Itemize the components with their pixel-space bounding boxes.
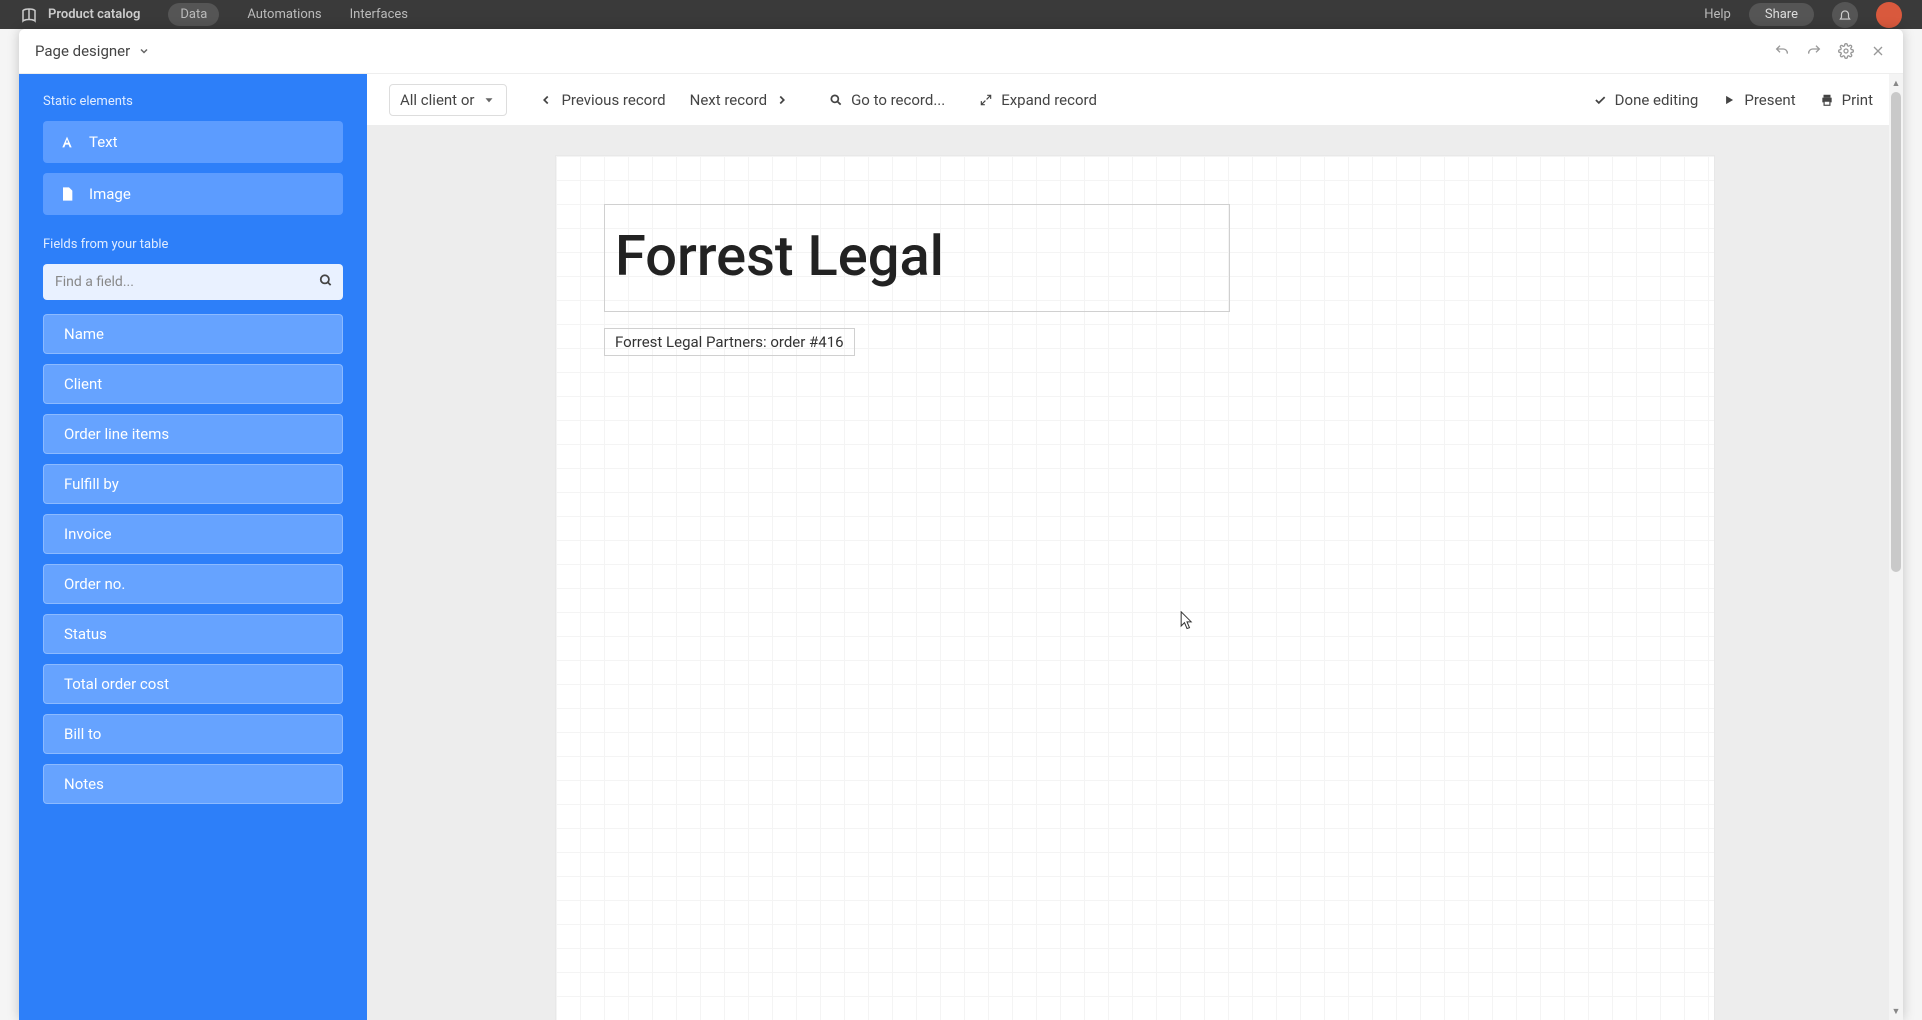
app-logo-title[interactable]: Product catalog (20, 6, 140, 24)
static-text-label: Text (89, 133, 118, 151)
prev-record-label: Previous record (561, 91, 665, 109)
field-label: Status (64, 625, 107, 643)
static-image-element[interactable]: Image (43, 173, 343, 215)
text-a-icon (59, 134, 75, 150)
share-button[interactable]: Share (1749, 3, 1814, 26)
field-label: Invoice (64, 525, 112, 543)
search-icon (829, 93, 843, 107)
close-button[interactable] (1869, 42, 1887, 60)
next-record-label: Next record (690, 91, 767, 109)
field-name[interactable]: Name (43, 314, 343, 354)
chevron-right-icon (775, 93, 789, 107)
designer-title-dropdown[interactable]: Page designer (35, 42, 150, 60)
file-icon (59, 186, 75, 202)
avatar[interactable] (1876, 2, 1902, 28)
done-editing-label: Done editing (1615, 91, 1699, 109)
field-label: Client (64, 375, 102, 393)
page-designer-panel: Page designer Static elements Text (19, 29, 1903, 1020)
nav-data[interactable]: Data (168, 3, 219, 26)
bell-icon (1838, 8, 1852, 22)
field-order-line-items[interactable]: Order line items (43, 414, 343, 454)
play-icon (1722, 93, 1736, 107)
static-elements-label: Static elements (43, 94, 343, 109)
undo-icon (1774, 43, 1790, 59)
book-icon (20, 6, 38, 24)
scroll-thumb[interactable] (1891, 92, 1901, 572)
designer-header: Page designer (19, 29, 1903, 74)
field-order-no[interactable]: Order no. (43, 564, 343, 604)
field-label: Fulfill by (64, 475, 119, 493)
field-label: Bill to (64, 725, 101, 743)
present-button[interactable]: Present (1714, 85, 1803, 115)
canvas-area: All client or Previous record Next recor… (367, 74, 1903, 1020)
view-dropdown-label: All client or (400, 91, 474, 109)
next-record-button[interactable]: Next record (682, 85, 797, 115)
redo-icon (1806, 43, 1822, 59)
view-dropdown[interactable]: All client or (389, 84, 507, 116)
print-icon (1820, 93, 1834, 107)
print-label: Print (1842, 91, 1873, 109)
settings-button[interactable] (1837, 42, 1855, 60)
field-search-wrap (43, 264, 343, 300)
vertical-scrollbar[interactable]: ▲ ▼ (1889, 74, 1903, 1020)
nav-automations[interactable]: Automations (247, 7, 321, 22)
canvas-subtitle-text: Forrest Legal Partners: order #416 (615, 333, 844, 351)
notifications-button[interactable] (1832, 2, 1858, 28)
field-bill-to[interactable]: Bill to (43, 714, 343, 754)
done-editing-button[interactable]: Done editing (1585, 85, 1707, 115)
canvas-title-element[interactable]: Forrest Legal (604, 204, 1230, 312)
designer-title: Page designer (35, 42, 130, 60)
nav-help[interactable]: Help (1704, 7, 1731, 22)
static-image-label: Image (89, 185, 131, 203)
scroll-up-button[interactable]: ▲ (1889, 76, 1903, 90)
field-label: Order no. (64, 575, 125, 593)
field-fulfill-by[interactable]: Fulfill by (43, 464, 343, 504)
field-label: Order line items (64, 425, 169, 443)
app-name: Product catalog (48, 7, 140, 22)
close-icon (1870, 43, 1886, 59)
field-total-order-cost[interactable]: Total order cost (43, 664, 343, 704)
goto-record-label: Go to record... (851, 91, 945, 109)
expand-record-button[interactable]: Expand record (971, 85, 1105, 115)
static-text-element[interactable]: Text (43, 121, 343, 163)
expand-record-label: Expand record (1001, 91, 1097, 109)
expand-icon (979, 93, 993, 107)
canvas-subtitle-element[interactable]: Forrest Legal Partners: order #416 (604, 328, 855, 356)
nav-interfaces[interactable]: Interfaces (350, 7, 408, 22)
field-notes[interactable]: Notes (43, 764, 343, 804)
chevron-down-icon (138, 45, 150, 57)
field-client[interactable]: Client (43, 364, 343, 404)
redo-button[interactable] (1805, 42, 1823, 60)
search-icon (319, 273, 333, 292)
page-sheet[interactable]: Forrest Legal Forrest Legal Partners: or… (555, 155, 1715, 1020)
scroll-down-button[interactable]: ▼ (1889, 1004, 1903, 1018)
app-top-bar: Product catalog Data Automations Interfa… (0, 0, 1922, 29)
field-label: Total order cost (64, 675, 169, 693)
field-label: Notes (64, 775, 104, 793)
goto-record-button[interactable]: Go to record... (821, 85, 953, 115)
gear-icon (1838, 43, 1854, 59)
print-button[interactable]: Print (1812, 85, 1881, 115)
field-status[interactable]: Status (43, 614, 343, 654)
cursor-icon (1180, 611, 1194, 631)
chevron-left-icon (539, 93, 553, 107)
elements-sidebar: Static elements Text Image Fields from y… (19, 74, 367, 1020)
field-label: Name (64, 325, 104, 343)
undo-button[interactable] (1773, 42, 1791, 60)
caret-down-icon (482, 93, 496, 107)
fields-section-label: Fields from your table (43, 237, 343, 252)
canvas-scroll[interactable]: Forrest Legal Forrest Legal Partners: or… (367, 125, 1903, 1020)
field-search-input[interactable] (43, 264, 343, 300)
canvas-title-text: Forrest Legal (615, 223, 944, 289)
present-label: Present (1744, 91, 1795, 109)
record-toolbar: All client or Previous record Next recor… (367, 74, 1903, 125)
field-invoice[interactable]: Invoice (43, 514, 343, 554)
prev-record-button[interactable]: Previous record (531, 85, 673, 115)
check-icon (1593, 93, 1607, 107)
